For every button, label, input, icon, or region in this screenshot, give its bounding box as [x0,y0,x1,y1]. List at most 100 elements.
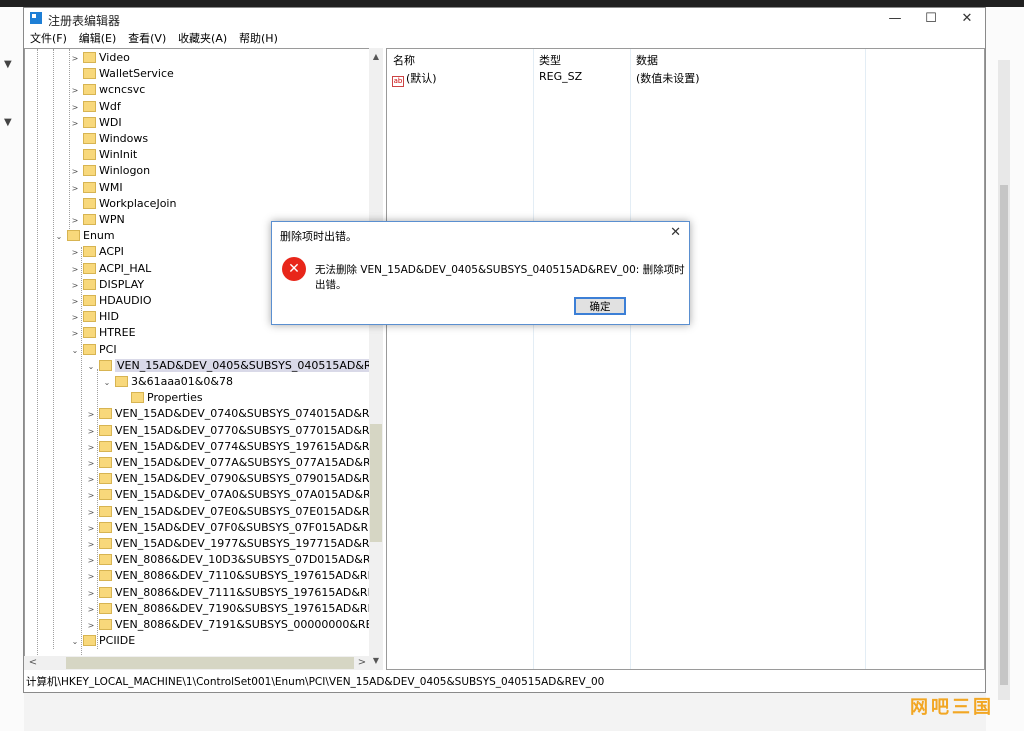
tree-node[interactable]: > WDI [69,115,122,131]
chevron-right-icon[interactable]: > [85,553,97,569]
tree-node[interactable]: > VEN_15AD&DEV_077A&SUBSYS_077A15AD&REV_0… [85,455,381,472]
tree-node[interactable]: > VEN_15AD&DEV_0790&SUBSYS_079015AD&REV_0… [85,471,381,488]
tree-node[interactable]: > ACPI [69,244,124,260]
column-header-type[interactable]: 类型 [539,52,561,68]
close-button[interactable]: ✕ [949,8,985,30]
column-header-data[interactable]: 数据 [636,52,658,68]
maximize-button[interactable]: ☐ [913,8,949,30]
value-row-name[interactable]: ab (默认) [392,70,437,87]
chevron-down-icon[interactable]: ⌄ [69,634,81,650]
chevron-right-icon[interactable]: > [69,51,81,67]
tree-node[interactable]: > VEN_15AD&DEV_07E0&SUBSYS_07E015AD&REV_0… [85,504,381,521]
chevron-down-icon[interactable]: ⌄ [69,343,81,359]
chevron-right-icon[interactable]: > [69,116,81,132]
tree-node[interactable]: ⌄ VEN_15AD&DEV_0405&SUBSYS_040515AD&REV_0… [85,358,381,375]
menu-favorites[interactable]: 收藏夹(A) [178,30,227,48]
tree-node[interactable]: > VEN_8086&DEV_7110&SUBSYS_197615AD&REV_0… [85,568,381,585]
menu-view[interactable]: 查看(V) [128,30,166,48]
tree-node[interactable]: > VEN_8086&DEV_7111&SUBSYS_197615AD&REV_0… [85,585,381,602]
tree-node[interactable]: > Wdf [69,99,121,115]
tree-node[interactable]: WalletService [69,66,174,82]
tree-node[interactable]: > WMI [69,180,123,196]
tree-node[interactable]: ⌄ Enum [53,228,115,244]
tree-hscroll-thumb[interactable] [66,657,354,669]
chevron-right-icon[interactable]: > [69,83,81,99]
chevron-right-icon[interactable]: > [85,424,97,440]
tree-node[interactable]: > DISPLAY [69,277,144,293]
tree-node[interactable]: WorkplaceJoin [69,196,176,212]
tree-node[interactable]: > VEN_15AD&DEV_0740&SUBSYS_074015AD&REV_1… [85,406,381,423]
scroll-left-arrow-icon[interactable]: < [26,656,40,670]
chevron-right-icon[interactable]: > [85,505,97,521]
tree-node[interactable]: > ACPI_HAL [69,261,152,278]
scrollbar-thumb[interactable] [1000,185,1008,685]
title-bar[interactable]: 注册表编辑器 — ☐ ✕ [24,8,985,30]
chevron-right-icon[interactable]: > [69,181,81,197]
tree-scroll-thumb[interactable] [370,424,382,542]
chevron-right-icon[interactable]: > [85,456,97,472]
tree-node[interactable]: > VEN_8086&DEV_10D3&SUBSYS_07D015AD&REV_0… [85,552,381,569]
registry-tree[interactable]: > Video WalletService > wcncsvc > Wdf > WDI Windo… [24,48,382,670]
tree-node[interactable]: ⌄ PCIIDE [69,633,136,650]
tree-node[interactable]: > VEN_15AD&DEV_0774&SUBSYS_197615AD&REV_0… [85,439,381,456]
tree-node[interactable]: ⌄ 3&61aaa01&0&78 [101,374,233,390]
ok-button[interactable]: 确定 [574,297,626,315]
tree-vertical-scrollbar[interactable]: ▲ ▼ [369,48,383,670]
menu-help[interactable]: 帮助(H) [239,30,278,48]
chevron-down-icon[interactable]: ▼ [4,117,12,128]
chevron-right-icon[interactable]: > [69,326,81,342]
tree-node[interactable]: > VEN_8086&DEV_7190&SUBSYS_197615AD&REV_0… [85,601,381,618]
tree-node[interactable]: > Winlogon [69,163,151,180]
tree-node[interactable]: > Video [69,50,130,66]
chevron-right-icon[interactable]: > [69,164,81,180]
tree-node[interactable]: > VEN_15AD&DEV_07A0&SUBSYS_07A015AD&REV_0… [85,487,381,504]
tree-node[interactable]: > HID [69,309,119,325]
tree-node[interactable]: Properties [117,390,203,406]
chevron-down-icon[interactable]: ⌄ [53,229,65,245]
value-row-type[interactable]: REG_SZ [539,70,582,83]
scroll-right-arrow-icon[interactable]: > [355,656,369,670]
chevron-right-icon[interactable]: > [69,310,81,326]
chevron-right-icon[interactable]: > [85,521,97,537]
chevron-right-icon[interactable]: > [69,278,81,294]
tree-node[interactable]: > VEN_8086&DEV_7191&SUBSYS_00000000&REV_0… [85,617,381,634]
chevron-down-icon[interactable]: ⌄ [85,359,97,375]
chevron-right-icon[interactable]: > [85,569,97,585]
chevron-right-icon[interactable]: > [85,586,97,602]
minimize-button[interactable]: — [877,8,913,30]
tree-node[interactable]: > VEN_15AD&DEV_07F0&SUBSYS_07F015AD&REV_0… [85,520,381,537]
chevron-right-icon[interactable]: > [69,262,81,278]
values-list[interactable]: 名称 类型 数据 ab (默认) REG_SZ (数值未设置) [386,48,985,670]
tree-node[interactable]: > VEN_15AD&DEV_0770&SUBSYS_077015AD&REV_0… [85,423,381,440]
chevron-down-icon[interactable]: ▼ [4,59,12,70]
tree-horizontal-scrollbar[interactable]: < > [24,656,369,670]
tree-node[interactable]: > WPN [69,212,125,228]
scroll-up-arrow-icon[interactable]: ▲ [369,50,383,64]
column-header-name[interactable]: 名称 [393,52,415,68]
chevron-right-icon[interactable]: > [85,440,97,456]
chevron-right-icon[interactable]: > [85,618,97,634]
chevron-down-icon[interactable]: ⌄ [101,375,113,391]
tree-node[interactable]: > HDAUDIO [69,293,152,309]
background-scrollbar[interactable] [998,60,1010,700]
tree-node[interactable]: WinInit [69,147,137,163]
chevron-right-icon[interactable]: > [69,245,81,261]
tree-node[interactable]: > wcncsvc [69,82,146,99]
tree-node[interactable]: Windows [69,131,148,147]
chevron-right-icon[interactable]: > [85,488,97,504]
chevron-right-icon[interactable]: > [85,472,97,488]
chevron-right-icon[interactable]: > [69,294,81,310]
chevron-right-icon[interactable]: > [85,537,97,553]
dialog-close-icon[interactable]: ✕ [670,225,681,240]
scroll-down-arrow-icon[interactable]: ▼ [369,654,383,668]
menu-file[interactable]: 文件(F) [30,30,67,48]
menu-edit[interactable]: 编辑(E) [79,30,117,48]
chevron-right-icon[interactable]: > [85,407,97,423]
chevron-right-icon[interactable]: > [69,213,81,229]
tree-node[interactable]: > VEN_15AD&DEV_1977&SUBSYS_197715AD&REV_0… [85,536,381,553]
value-row-data[interactable]: (数值未设置) [636,70,700,86]
chevron-right-icon[interactable]: > [85,602,97,618]
tree-node[interactable]: > HTREE [69,325,136,341]
tree-node[interactable]: ⌄ PCI [69,342,117,358]
chevron-right-icon[interactable]: > [69,100,81,116]
